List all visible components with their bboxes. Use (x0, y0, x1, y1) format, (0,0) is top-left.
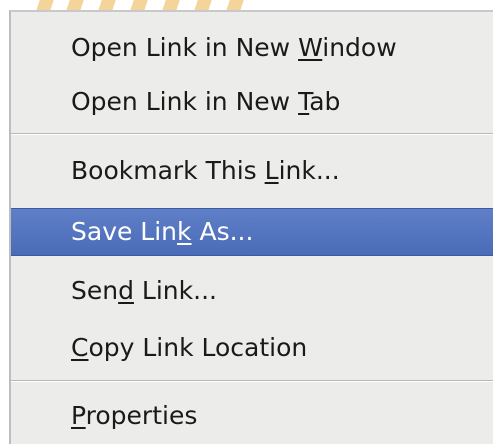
menu-item-properties[interactable]: Properties (11, 393, 493, 439)
link-context-menu: Open Link in New Window Open Link in New… (9, 10, 493, 444)
menu-separator (11, 380, 493, 382)
menu-item-mnemonic: W (298, 33, 323, 62)
menu-item-label: indow (322, 33, 397, 62)
menu-item-label: Bookmark This (71, 156, 265, 185)
menu-item-label: opy Link Location (88, 333, 308, 362)
menu-item-save-link-as[interactable]: Save Link As... (11, 208, 493, 256)
menu-item-open-link-new-tab[interactable]: Open Link in New Tab (11, 79, 493, 125)
menu-item-label: Sen (71, 276, 119, 305)
menu-item-label: As... (191, 217, 254, 246)
menu-item-label: Open Link in New (71, 33, 299, 62)
menu-item-mnemonic: T (298, 87, 310, 116)
menu-item-label: Open Link in New (71, 87, 299, 116)
menu-item-mnemonic: P (71, 401, 86, 430)
menu-item-label: Save Lin (71, 217, 178, 246)
menu-item-open-link-new-window[interactable]: Open Link in New Window (11, 25, 493, 71)
menu-item-label: ink... (278, 156, 340, 185)
menu-item-label: roperties (85, 401, 198, 430)
menu-item-mnemonic: d (118, 276, 134, 305)
menu-item-mnemonic: C (71, 333, 89, 362)
menu-separator (11, 133, 493, 135)
menu-item-label: ab (309, 87, 341, 116)
menu-item-mnemonic: L (264, 156, 279, 185)
menu-item-bookmark-this-link[interactable]: Bookmark This Link... (11, 148, 493, 194)
menu-item-send-link[interactable]: Send Link... (11, 268, 493, 314)
menu-item-copy-link-location[interactable]: Copy Link Location (11, 325, 493, 371)
menu-item-label: Link... (133, 276, 217, 305)
menu-item-mnemonic: k (177, 217, 192, 246)
